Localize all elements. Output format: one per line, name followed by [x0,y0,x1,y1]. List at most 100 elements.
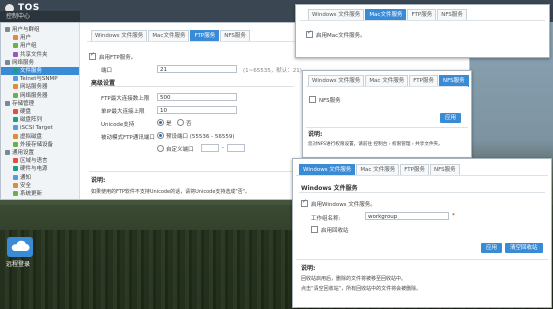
max-connections-label: FTP最大连接数上限 [101,96,150,102]
sidebar-item-label: 通用设置 [12,150,35,156]
sidebar-item[interactable]: 文件服务 [1,67,79,75]
sidebar-item[interactable]: 用户 [1,34,79,42]
mac-service-window: Windows 文件服务Mac文件服务FTP服务NFS服务 启用Mac文件服务。 [295,4,550,58]
sidebar-item[interactable]: 网络服务器 [1,92,79,100]
mac-enable-checkbox[interactable] [306,29,313,38]
group-toggle-icon [5,27,10,32]
menu-item-icon [13,191,18,196]
sidebar-item-label: 网络服务 [12,59,35,66]
sidebar-item-label: 网络服务器 [20,92,48,99]
unicode-no-radio[interactable] [177,119,184,126]
nfs-service-window: Windows 文件服务 Mac 文件服务 FTP服务 NFS服务 NFS服务 应用 … [302,70,472,158]
ftp-enable-checkbox[interactable] [89,51,96,60]
sidebar-item-label: 网站服务器 [20,84,48,91]
sidebar-item[interactable]: 共享文件夹 [1,51,79,59]
menu-item-icon [13,133,18,139]
sidebar-item-label: Telnet与SNMP [20,76,58,83]
passive-custom-option[interactable]: 自定义端口 [157,145,194,153]
passive-port-label: 被动模式FTP通讯端口 [101,135,155,141]
sidebar-item[interactable]: 虚拟磁盘 [1,133,79,141]
required-mark: * [452,213,455,219]
nfs-enable-row[interactable]: NFS服务 [309,96,341,104]
menu-item-icon [13,68,18,73]
watermark-logo-icon: 值 [432,271,454,293]
windows-enable-row[interactable]: 启用Windows 文件服务。 [301,198,376,208]
unicode-yes[interactable]: 是 [157,119,172,127]
sidebar-item-label: 用户 [20,35,32,42]
sidebar-item[interactable]: iSCSI Target [1,124,79,132]
max-connections-input[interactable]: 500 [157,93,237,101]
sidebar-item[interactable]: 网站服务器 [1,83,79,91]
sidebar-item[interactable]: 用户与群组 [1,26,79,34]
menu-item-icon [13,166,18,172]
sidebar-item[interactable]: 系统更新 [1,190,79,198]
sidebar-item-label: iSCSI Target [20,125,53,132]
menu-item-icon [13,174,18,180]
menu-item-icon [13,43,18,49]
ftp-description-title: 说明: [91,177,106,184]
port-input[interactable]: 21 [157,65,237,73]
sidebar-item-label: 存储管理 [12,100,35,107]
passive-port-end-input[interactable] [227,144,245,152]
ftp-enable-row[interactable]: 启用FTP服务。 [89,51,136,61]
menu-item-icon [13,109,18,114]
menu-item-icon [13,141,18,147]
menu-item-icon [13,51,18,57]
menu-item-icon [13,92,18,98]
sidebar-item-label: 区域与语言 [20,158,48,165]
sidebar-item-label: 用户与群组 [12,27,40,33]
remote-login-cloud-icon[interactable] [6,236,34,258]
menu-item-icon [13,117,18,123]
nfs-enable-checkbox[interactable] [309,96,316,103]
windows-description-title: 说明: [301,265,316,272]
sidebar-item[interactable]: Telnet与SNMP [1,75,79,83]
sidebar-item[interactable]: 区域与语言 [1,157,79,165]
watermark-main: 什么值得买 [457,272,547,292]
sidebar-item[interactable]: 磁盘阵列 [1,116,79,124]
unicode-no[interactable]: 否 [177,119,192,127]
port-range-dash: - [222,145,224,151]
sidebar-item[interactable]: 外接存储设备 [1,141,79,149]
port-label: 端口 [101,68,113,74]
sidebar-item-label: 通知 [20,174,32,181]
sidebar-item[interactable]: 通用设置 [1,149,79,157]
port-hint: (1~65535，默认：21) [243,68,302,74]
sidebar-item[interactable]: 通知 [1,174,79,182]
passive-default-option[interactable]: 预设端口 (55536 - 56559) [157,132,235,140]
sidebar-item[interactable]: 硬件与电源 [1,165,79,173]
sidebar-item[interactable]: 安全 [1,182,79,190]
unicode-yes-radio[interactable] [157,119,164,126]
workgroup-input[interactable]: workgroup [365,212,449,220]
ftp-description-text: 如果使用的FTP软件不支持Unicode的话，请将Unicode支持选成"否"。 [91,189,251,195]
nfs-description-text: 您对NFS进行权限设置，请前往 控制台 › 权限管理 › 共享文件夹。 [308,142,443,147]
recycle-bin-checkbox[interactable] [311,226,318,233]
watermark-sub: SMZDM.COM [492,293,547,301]
sidebar-item-label: 共享文件夹 [20,51,48,58]
sidebar-item-label: 文件服务 [20,68,43,74]
windows-section-title: Windows 文件服务 [301,185,358,192]
sidebar-item[interactable]: 网络服务 [1,59,79,67]
sidebar-item[interactable]: 存储管理 [1,100,79,108]
mac-enable-row[interactable]: 启用Mac文件服务。 [306,29,366,39]
per-ip-limit-input[interactable]: 10 [157,106,237,114]
sidebar-item-label: 外接存储设备 [20,141,54,148]
group-toggle-icon [5,59,10,65]
windows-enable-checkbox[interactable] [301,198,308,207]
menu-item-icon [13,35,18,41]
nfs-apply-button[interactable]: 应用 [440,113,462,123]
per-ip-limit-label: 单IP最大连接上限 [101,109,145,115]
passive-default-radio[interactable] [157,132,164,139]
control-panel-titlebar: 控制中心 [0,11,80,22]
passive-custom-radio[interactable] [157,145,164,152]
sidebar-item[interactable]: 硬盘 [1,108,79,116]
watermark: 值什么值得买 SMZDM.COM [432,267,547,301]
passive-port-start-input[interactable] [201,144,219,152]
windows-apply-button[interactable]: 应用 [481,243,503,253]
remote-login-label: 远程登录 [6,261,31,268]
sidebar-item-label: 虚拟磁盘 [20,133,43,140]
sidebar: 用户与群组用户 用户组 共享文件夹 网络服务文件服务 Telnet与SNMP 网站服务器网… [1,23,80,199]
sidebar-item[interactable]: 用户组 [1,42,79,50]
recycle-bin-row[interactable]: 启用回收站 [311,226,349,234]
sidebar-item-label: 磁盘阵列 [20,117,43,124]
empty-recycle-button[interactable]: 清空回收站 [505,243,543,253]
